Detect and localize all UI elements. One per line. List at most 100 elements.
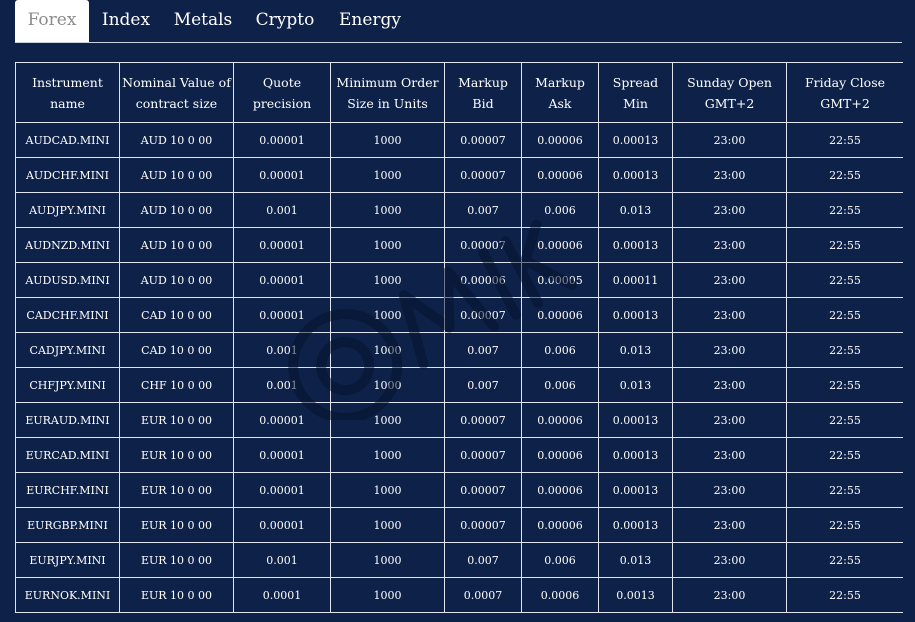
- tab-crypto[interactable]: Crypto: [253, 0, 317, 42]
- cell-instrument: AUDNZD.MINI: [15, 227, 120, 263]
- cell-spread-min: 0.00013: [598, 437, 673, 473]
- cell-friday-close: 22:55: [786, 542, 903, 578]
- cell-markup-bid: 0.007: [444, 367, 522, 403]
- cell-friday-close: 22:55: [786, 297, 903, 333]
- cell-minimum-order: 1000: [330, 367, 445, 403]
- cell-friday-close: 22:55: [786, 507, 903, 543]
- cell-nominal-value: CAD 10 0 00: [119, 332, 234, 368]
- cell-markup-bid: 0.007: [444, 192, 522, 228]
- cell-spread-min: 0.0013: [598, 577, 673, 613]
- cell-quote-precision: 0.001: [233, 332, 331, 368]
- cell-instrument: AUDUSD.MINI: [15, 262, 120, 298]
- cell-nominal-value: CAD 10 0 00: [119, 297, 234, 333]
- cell-friday-close: 22:55: [786, 472, 903, 508]
- cell-sunday-open: 23:00: [672, 577, 787, 613]
- cell-friday-close: 22:55: [786, 367, 903, 403]
- cell-sunday-open: 23:00: [672, 472, 787, 508]
- cell-quote-precision: 0.00001: [233, 157, 331, 193]
- table-row: EURCHF.MINI EUR 10 0 00 0.00001 1000 0.0…: [15, 472, 903, 508]
- cell-quote-precision: 0.00001: [233, 472, 331, 508]
- cell-nominal-value: EUR 10 0 00: [119, 472, 234, 508]
- cell-friday-close: 22:55: [786, 227, 903, 263]
- column-header-markup-bid[interactable]: Markup Bid: [444, 62, 522, 123]
- cell-markup-bid: 0.00007: [444, 507, 522, 543]
- cell-markup-bid: 0.00007: [444, 402, 522, 438]
- cell-instrument: EURCAD.MINI: [15, 437, 120, 473]
- cell-quote-precision: 0.00001: [233, 507, 331, 543]
- cell-quote-precision: 0.001: [233, 367, 331, 403]
- column-header-friday-close[interactable]: Friday Close GMT+2: [786, 62, 903, 123]
- cell-instrument: CHFJPY.MINI: [15, 367, 120, 403]
- cell-quote-precision: 0.001: [233, 542, 331, 578]
- cell-spread-min: 0.00011: [598, 262, 673, 298]
- cell-markup-bid: 0.0007: [444, 577, 522, 613]
- cell-instrument: AUDCHF.MINI: [15, 157, 120, 193]
- cell-nominal-value: CHF 10 0 00: [119, 367, 234, 403]
- cell-instrument: CADJPY.MINI: [15, 332, 120, 368]
- cell-quote-precision: 0.001: [233, 192, 331, 228]
- cell-friday-close: 22:55: [786, 192, 903, 228]
- table-row: EURNOK.MINI EUR 10 0 00 0.0001 1000 0.00…: [15, 577, 903, 613]
- table-row: EURAUD.MINI EUR 10 0 00 0.00001 1000 0.0…: [15, 402, 903, 438]
- cell-nominal-value: AUD 10 0 00: [119, 192, 234, 228]
- cell-friday-close: 22:55: [786, 577, 903, 613]
- cell-markup-bid: 0.00007: [444, 297, 522, 333]
- instrument-table: Instrument name Nominal Value of contract…: [15, 62, 903, 613]
- tab-energy[interactable]: Energy: [337, 0, 403, 42]
- cell-sunday-open: 23:00: [672, 332, 787, 368]
- cell-nominal-value: EUR 10 0 00: [119, 402, 234, 438]
- tab-index[interactable]: Index: [99, 0, 153, 42]
- cell-spread-min: 0.00013: [598, 472, 673, 508]
- cell-markup-bid: 0.007: [444, 542, 522, 578]
- cell-sunday-open: 23:00: [672, 122, 787, 158]
- cell-minimum-order: 1000: [330, 157, 445, 193]
- column-header-markup-ask[interactable]: Markup Ask: [521, 62, 599, 123]
- cell-minimum-order: 1000: [330, 227, 445, 263]
- column-header-sunday-open[interactable]: Sunday Open GMT+2: [672, 62, 787, 123]
- column-header-nominal-value[interactable]: Nominal Value of contract size: [119, 62, 234, 123]
- cell-quote-precision: 0.00001: [233, 437, 331, 473]
- cell-markup-ask: 0.00006: [521, 437, 599, 473]
- cell-spread-min: 0.00013: [598, 507, 673, 543]
- tab-metals[interactable]: Metals: [171, 0, 235, 42]
- cell-minimum-order: 1000: [330, 437, 445, 473]
- cell-instrument: AUDCAD.MINI: [15, 122, 120, 158]
- cell-spread-min: 0.00013: [598, 402, 673, 438]
- cell-markup-ask: 0.00005: [521, 262, 599, 298]
- cell-nominal-value: EUR 10 0 00: [119, 437, 234, 473]
- table-row: AUDCHF.MINI AUD 10 0 00 0.00001 1000 0.0…: [15, 157, 903, 193]
- cell-minimum-order: 1000: [330, 507, 445, 543]
- cell-markup-bid: 0.00007: [444, 472, 522, 508]
- cell-nominal-value: AUD 10 0 00: [119, 227, 234, 263]
- cell-minimum-order: 1000: [330, 332, 445, 368]
- cell-minimum-order: 1000: [330, 262, 445, 298]
- cell-markup-bid: 0.00007: [444, 157, 522, 193]
- tab-bar: Forex Index Metals Crypto Energy: [15, 0, 902, 43]
- cell-minimum-order: 1000: [330, 577, 445, 613]
- cell-markup-ask: 0.00006: [521, 402, 599, 438]
- instrument-table-container: Instrument name Nominal Value of contract…: [15, 62, 903, 622]
- cell-minimum-order: 1000: [330, 472, 445, 508]
- column-header-quote-precision[interactable]: Quote precision: [233, 62, 331, 123]
- cell-sunday-open: 23:00: [672, 542, 787, 578]
- cell-spread-min: 0.013: [598, 192, 673, 228]
- table-row: AUDNZD.MINI AUD 10 0 00 0.00001 1000 0.0…: [15, 227, 903, 263]
- cell-minimum-order: 1000: [330, 542, 445, 578]
- cell-markup-ask: 0.00006: [521, 507, 599, 543]
- cell-nominal-value: EUR 10 0 00: [119, 577, 234, 613]
- column-header-instrument-name[interactable]: Instrument name: [15, 62, 120, 123]
- column-header-minimum-order[interactable]: Minimum Order Size in Units: [330, 62, 445, 123]
- tab-forex[interactable]: Forex: [15, 0, 89, 42]
- column-header-spread-min[interactable]: Spread Min: [598, 62, 673, 123]
- cell-sunday-open: 23:00: [672, 262, 787, 298]
- cell-sunday-open: 23:00: [672, 402, 787, 438]
- cell-markup-bid: 0.00006: [444, 262, 522, 298]
- table-body: AUDCAD.MINI AUD 10 0 00 0.00001 1000 0.0…: [15, 122, 903, 613]
- cell-instrument: AUDJPY.MINI: [15, 192, 120, 228]
- cell-markup-bid: 0.00007: [444, 437, 522, 473]
- cell-markup-ask: 0.00006: [521, 157, 599, 193]
- cell-spread-min: 0.013: [598, 542, 673, 578]
- cell-markup-ask: 0.006: [521, 542, 599, 578]
- cell-nominal-value: AUD 10 0 00: [119, 157, 234, 193]
- cell-minimum-order: 1000: [330, 402, 445, 438]
